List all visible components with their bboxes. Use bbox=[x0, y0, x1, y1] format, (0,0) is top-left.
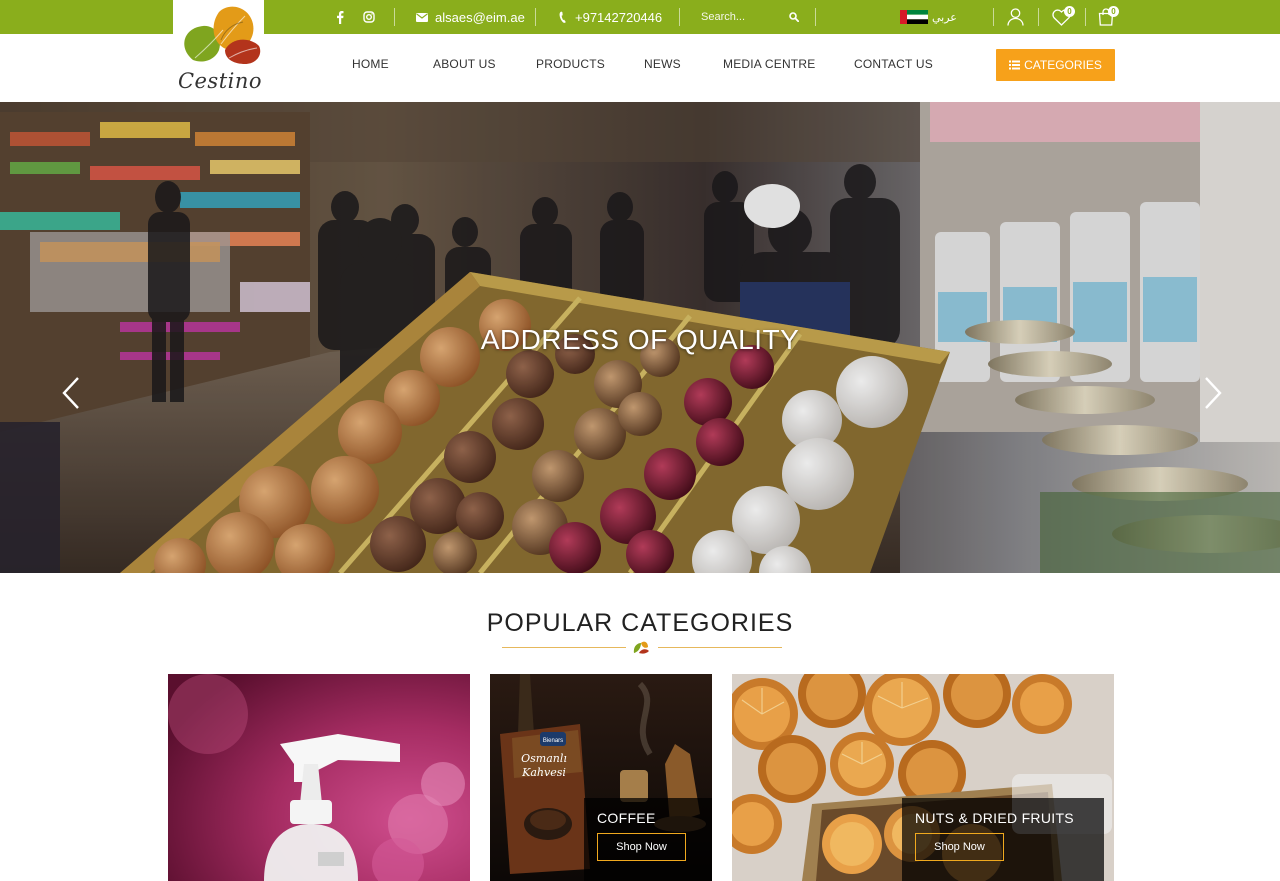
cart-count-badge: 0 bbox=[1108, 6, 1119, 17]
envelope-icon bbox=[416, 12, 428, 22]
phone-contact[interactable]: +97142720446 bbox=[559, 0, 662, 34]
category-card[interactable] bbox=[168, 674, 470, 881]
uae-flag-icon bbox=[900, 10, 928, 24]
nav-news[interactable]: NEWS bbox=[644, 57, 681, 71]
divider bbox=[815, 8, 816, 26]
category-image bbox=[168, 674, 470, 881]
chevron-right-icon[interactable] bbox=[1200, 376, 1224, 410]
divider bbox=[394, 8, 395, 26]
phone-icon bbox=[559, 11, 566, 23]
category-label-panel: NUTS & DRIED FRUITS Shop Now bbox=[902, 798, 1104, 881]
email-text: alsaes@eim.ae bbox=[435, 9, 525, 25]
section-title: POPULAR CATEGORIES bbox=[486, 609, 794, 637]
divider bbox=[993, 8, 994, 26]
svg-text:Kahvesi: Kahvesi bbox=[521, 766, 566, 779]
category-name: COFFEE bbox=[597, 810, 656, 826]
title-divider-left bbox=[502, 647, 626, 648]
leaf-logo-icon bbox=[184, 6, 261, 64]
leaf-divider-icon bbox=[633, 641, 649, 654]
category-card-coffee[interactable]: Bienars Osmanlı Kahvesi COFFEE Shop Now bbox=[490, 674, 712, 881]
instagram-icon[interactable] bbox=[363, 0, 375, 34]
nav-contact-us[interactable]: CONTACT US bbox=[854, 57, 933, 71]
shop-now-button[interactable]: Shop Now bbox=[597, 833, 686, 861]
nav-about-us[interactable]: ABOUT US bbox=[433, 57, 496, 71]
divider bbox=[1085, 8, 1086, 26]
nav-home[interactable]: HOME bbox=[352, 57, 389, 71]
svg-text:Osmanlı: Osmanlı bbox=[521, 752, 567, 765]
phone-text: +97142720446 bbox=[575, 9, 663, 25]
search-icon[interactable] bbox=[786, 9, 802, 25]
hero-title: ADDRESS OF QUALITY bbox=[480, 324, 800, 355]
category-card-nuts-dried-fruits[interactable]: NUTS & DRIED FRUITS Shop Now bbox=[732, 674, 1114, 881]
logo-text[interactable]: Cestino bbox=[176, 69, 264, 93]
category-name: NUTS & DRIED FRUITS bbox=[915, 810, 1074, 826]
divider bbox=[1038, 8, 1039, 26]
divider bbox=[535, 8, 536, 26]
wishlist-count-badge: 0 bbox=[1064, 6, 1075, 17]
nav-products[interactable]: PRODUCTS bbox=[536, 57, 605, 71]
divider bbox=[679, 8, 680, 26]
category-label-panel: COFFEE Shop Now bbox=[584, 798, 712, 881]
categories-label: CATEGORIES bbox=[1024, 58, 1102, 72]
facebook-icon[interactable] bbox=[336, 0, 344, 34]
categories-button[interactable]: CATEGORIES bbox=[996, 49, 1115, 81]
email-contact[interactable]: alsaes@eim.ae bbox=[416, 0, 525, 34]
list-icon bbox=[1009, 60, 1021, 70]
nav-media-centre[interactable]: MEDIA CENTRE bbox=[723, 57, 815, 71]
shop-now-button[interactable]: Shop Now bbox=[915, 833, 1004, 861]
language-switch[interactable]: عربي bbox=[932, 0, 957, 34]
user-icon[interactable] bbox=[1007, 0, 1024, 34]
hero-slider: ADDRESS OF QUALITY bbox=[0, 102, 1280, 573]
title-divider-right bbox=[658, 647, 782, 648]
chevron-left-icon[interactable] bbox=[60, 376, 84, 410]
svg-text:Bienars: Bienars bbox=[543, 738, 563, 744]
